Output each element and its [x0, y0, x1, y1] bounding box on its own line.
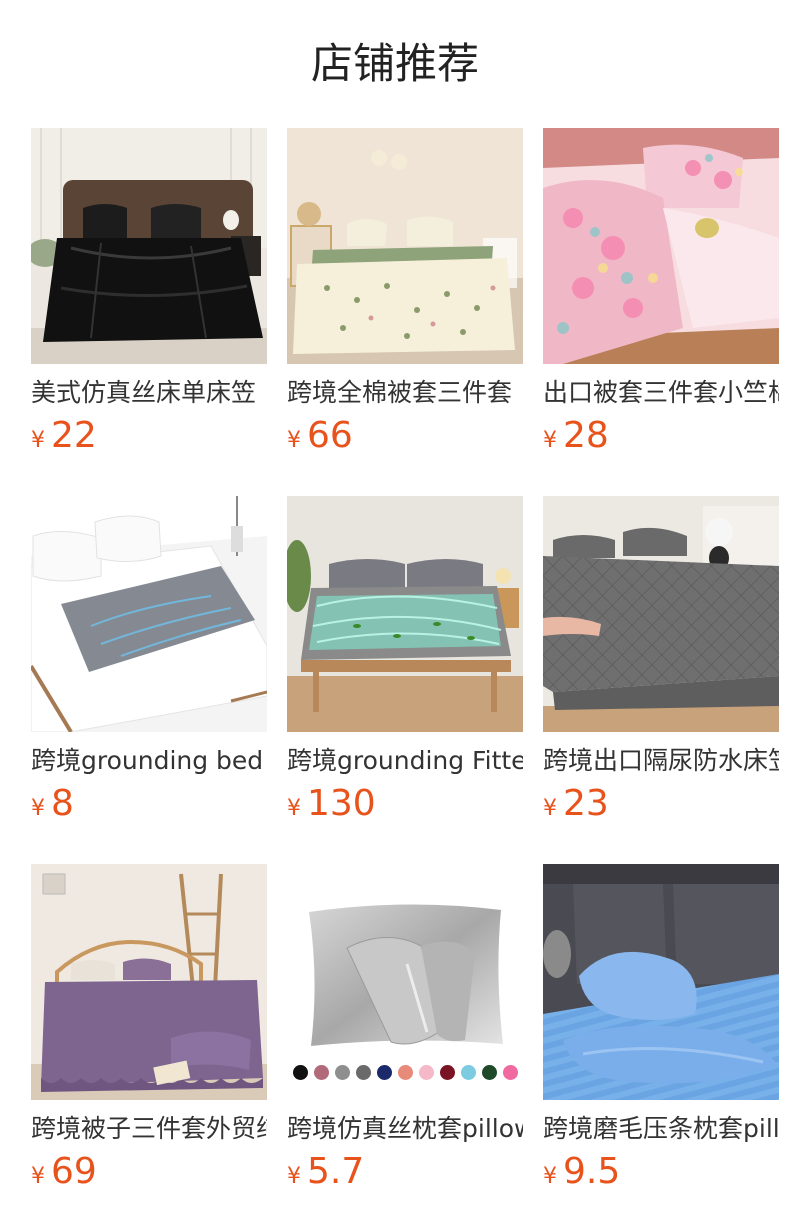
- product-name: 跨境全棉被套三件套: [287, 378, 513, 407]
- price-amount: 28: [563, 415, 609, 456]
- color-swatch: [502, 1065, 518, 1080]
- currency-symbol: ¥: [287, 428, 301, 453]
- price-amount: 130: [307, 783, 376, 824]
- color-swatch: [439, 1065, 455, 1080]
- product-name: 出口被套三件套小竺棉: [543, 378, 779, 407]
- color-swatch: [292, 1065, 308, 1080]
- currency-symbol: ¥: [543, 1164, 557, 1189]
- product-price: ¥130: [287, 782, 523, 826]
- color-swatch: [334, 1065, 350, 1080]
- product-card[interactable]: 出口被套三件套小竺棉 ¥28: [543, 128, 779, 496]
- product-price: ¥22: [31, 414, 267, 458]
- product-card[interactable]: 跨境仿真丝枕套pillowcase ¥5.7: [287, 864, 523, 1232]
- color-swatch: [355, 1065, 371, 1080]
- currency-symbol: ¥: [543, 428, 557, 453]
- product-image-purple-ruffle-comforter[interactable]: [31, 864, 267, 1100]
- product-name: 跨境出口隔尿防水床笠: [543, 746, 779, 775]
- product-card[interactable]: 跨境grounding Fitted ¥130: [287, 496, 523, 864]
- product-price: ¥8: [31, 782, 267, 826]
- product-price: ¥5.7: [287, 1150, 523, 1194]
- product-price: ¥9.5: [543, 1150, 779, 1194]
- color-swatch: [460, 1065, 476, 1080]
- price-amount: 5.7: [307, 1151, 365, 1192]
- product-image-grey-quilted-protector[interactable]: [543, 496, 779, 732]
- color-swatches: [287, 1065, 523, 1083]
- color-swatch: [418, 1065, 434, 1080]
- product-image-floral-cream-duvet[interactable]: [287, 128, 523, 364]
- price-amount: 66: [307, 415, 353, 456]
- product-card[interactable]: 跨境出口隔尿防水床笠 ¥23: [543, 496, 779, 864]
- product-image-black-silk-bedsheet[interactable]: [31, 128, 267, 364]
- page-title: 店铺推荐: [310, 39, 479, 88]
- product-card[interactable]: 跨境grounding bed ¥8: [31, 496, 267, 864]
- product-name: 跨境grounding Fitted: [287, 746, 523, 775]
- product-price: ¥66: [287, 414, 523, 458]
- currency-symbol: ¥: [31, 796, 45, 821]
- color-swatch: [481, 1065, 497, 1080]
- product-image-blue-stripe-pillowcase[interactable]: [543, 864, 779, 1100]
- product-image-grounding-fitted-sheet[interactable]: [287, 496, 523, 732]
- color-swatch: [376, 1065, 392, 1080]
- price-amount: 8: [51, 783, 74, 824]
- product-image-grounding-bed-sheet[interactable]: [31, 496, 267, 732]
- price-amount: 23: [563, 783, 609, 824]
- price-amount: 22: [51, 415, 97, 456]
- currency-symbol: ¥: [31, 428, 45, 453]
- color-swatch: [313, 1065, 329, 1080]
- product-card[interactable]: 跨境磨毛压条枕套pillowcase ¥9.5: [543, 864, 779, 1232]
- currency-symbol: ¥: [543, 796, 557, 821]
- product-card[interactable]: 跨境被子三件套外贸纯色 ¥69: [31, 864, 267, 1232]
- currency-symbol: ¥: [287, 796, 301, 821]
- price-amount: 69: [51, 1151, 97, 1192]
- product-name: 跨境grounding bed: [31, 746, 264, 775]
- product-name: 跨境被子三件套外贸纯色: [31, 1114, 267, 1143]
- color-swatch: [397, 1065, 413, 1080]
- product-price: ¥28: [543, 414, 779, 458]
- currency-symbol: ¥: [287, 1164, 301, 1189]
- product-name: 美式仿真丝床单床笠: [31, 378, 257, 407]
- product-name: 跨境仿真丝枕套pillowcase: [287, 1114, 523, 1143]
- product-name: 跨境磨毛压条枕套pillowcase: [543, 1114, 779, 1143]
- product-card[interactable]: 美式仿真丝床单床笠 ¥22: [31, 128, 267, 496]
- product-image-pink-floral-duvet[interactable]: [543, 128, 779, 364]
- product-price: ¥23: [543, 782, 779, 826]
- currency-symbol: ¥: [31, 1164, 45, 1189]
- price-amount: 9.5: [563, 1151, 621, 1192]
- product-price: ¥69: [31, 1150, 267, 1194]
- product-card[interactable]: 跨境全棉被套三件套 ¥66: [287, 128, 523, 496]
